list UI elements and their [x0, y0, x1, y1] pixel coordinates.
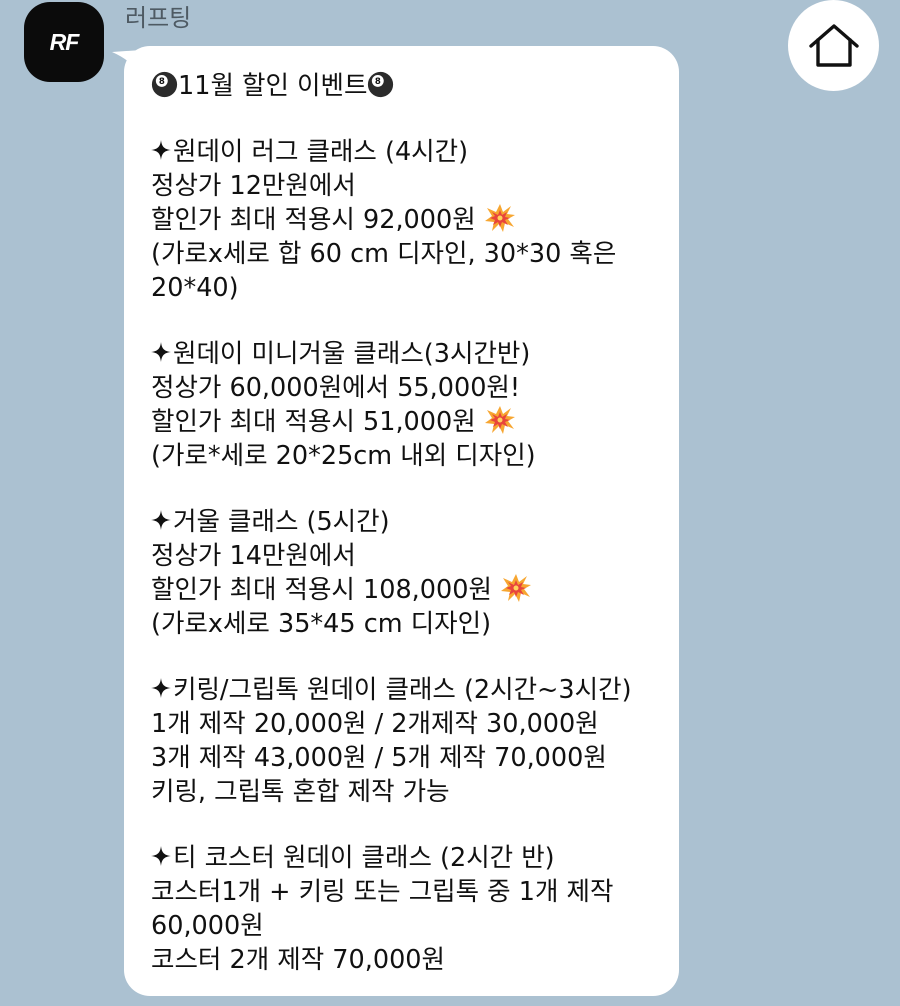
- sender-name: 러프팅: [125, 4, 192, 32]
- message-line: (가로*세로 20*25cm 내외 디자인): [151, 441, 536, 471]
- message-line: 3개 제작 43,000원 / 5개 제작 70,000원: [151, 743, 607, 773]
- collision-icon: [500, 573, 532, 603]
- message-line: 정상가 12만원에서: [151, 171, 356, 201]
- message-bubble[interactable]: 11월 할인 이벤트 원데이 러그 클래스 (4시간) 정상가 12만원에서 할…: [124, 46, 679, 996]
- section-heading: 키링/그립톡 원데이 클래스 (2시간~3시간): [151, 673, 669, 707]
- four-pointed-star-icon: [151, 342, 171, 362]
- section-heading-text: 거울 클래스 (5시간): [173, 507, 390, 537]
- message-line: (가로x세로 35*45 cm 디자인): [151, 609, 492, 639]
- section-heading-text: 키링/그립톡 원데이 클래스 (2시간~3시간): [173, 675, 632, 705]
- message-line: 20*40): [151, 273, 239, 303]
- avatar-logo-text: RF: [49, 28, 80, 55]
- message-line-price: 할인가 최대 적용시 92,000원: [151, 203, 669, 237]
- message-line: 정상가 60,000원에서 55,000원!: [151, 373, 521, 403]
- section-heading: 원데이 미니거울 클래스(3시간반): [151, 337, 669, 371]
- profile-avatar[interactable]: RF: [24, 2, 104, 82]
- collision-icon: [484, 203, 516, 233]
- four-pointed-star-icon: [151, 510, 171, 530]
- message-line-price: 할인가 최대 적용시 51,000원: [151, 405, 669, 439]
- message-line-text: 할인가 최대 적용시 51,000원: [151, 407, 476, 437]
- message-line: (가로x세로 합 60 cm 디자인, 30*30 혹은: [151, 239, 617, 269]
- section-heading-text: 원데이 미니거울 클래스(3시간반): [173, 339, 531, 369]
- message-line: 코스터 2개 제작 70,000원: [151, 945, 445, 975]
- message-line: 정상가 14만원에서: [151, 541, 356, 571]
- section-heading: 티 코스터 원데이 클래스 (2시간 반): [151, 841, 669, 875]
- eight-ball-icon: [367, 71, 394, 98]
- eight-ball-icon: [151, 71, 178, 98]
- section-heading: 거울 클래스 (5시간): [151, 505, 669, 539]
- four-pointed-star-icon: [151, 846, 171, 866]
- message-line: 60,000원: [151, 911, 264, 941]
- four-pointed-star-icon: [151, 678, 171, 698]
- message-line: 1개 제작 20,000원 / 2개제작 30,000원: [151, 709, 599, 739]
- message-title: 11월 할인 이벤트: [178, 71, 368, 101]
- message-line: 키링, 그립톡 혼합 제작 가능: [151, 777, 450, 807]
- section-heading: 원데이 러그 클래스 (4시간): [151, 135, 669, 169]
- message-line-price: 할인가 최대 적용시 108,000원: [151, 573, 669, 607]
- message-line-text: 할인가 최대 적용시 92,000원: [151, 205, 476, 235]
- home-button[interactable]: [788, 0, 879, 91]
- message-line-text: 할인가 최대 적용시 108,000원: [151, 575, 492, 605]
- section-heading-text: 티 코스터 원데이 클래스 (2시간 반): [173, 843, 555, 873]
- home-icon: [808, 23, 859, 67]
- message-title-line: 11월 할인 이벤트: [151, 69, 669, 103]
- four-pointed-star-icon: [151, 140, 171, 160]
- section-heading-text: 원데이 러그 클래스 (4시간): [173, 137, 469, 167]
- collision-icon: [484, 405, 516, 435]
- message-line: 코스터1개 + 키링 또는 그립톡 중 1개 제작: [151, 877, 614, 907]
